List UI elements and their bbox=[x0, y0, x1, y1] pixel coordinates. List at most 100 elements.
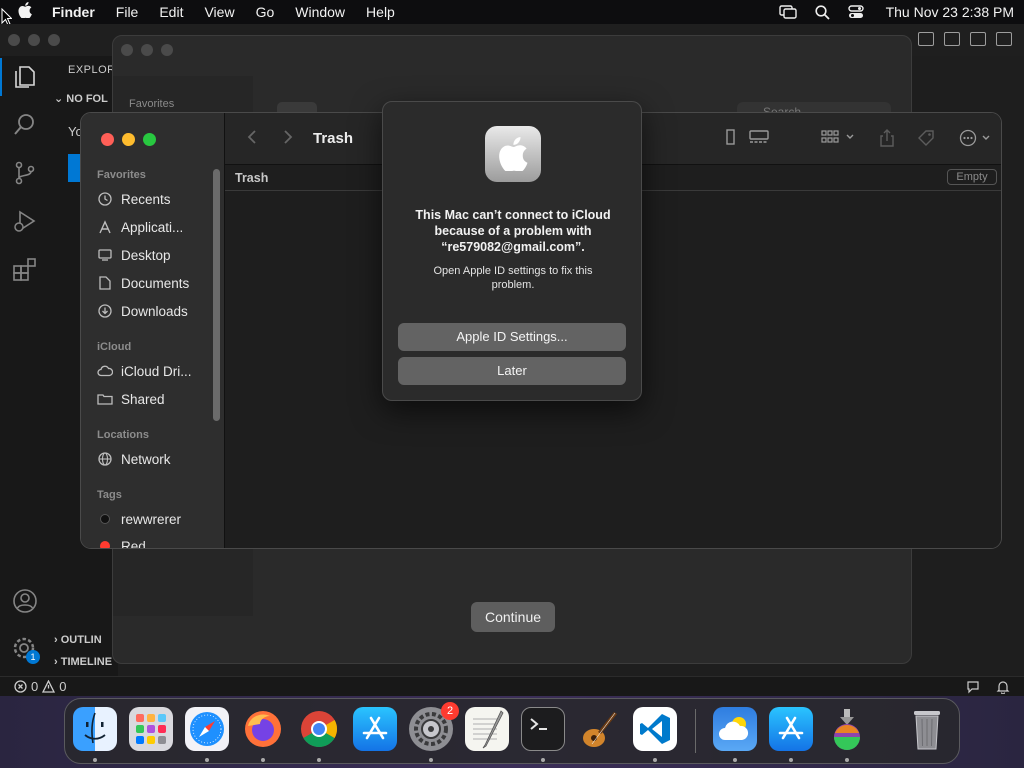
back-button[interactable] bbox=[247, 129, 257, 150]
apple-id-settings-button[interactable]: Apple ID Settings... bbox=[398, 323, 626, 351]
error-icon bbox=[14, 680, 27, 693]
layout-controls bbox=[918, 32, 1012, 46]
spotlight-icon[interactable] bbox=[814, 4, 830, 20]
sidebar-tag-rewwrerer[interactable]: rewwrerer bbox=[97, 511, 219, 527]
dock-weather[interactable] bbox=[713, 707, 757, 751]
customize-layout-icon[interactable] bbox=[996, 32, 1012, 46]
settings-update-badge: 1 bbox=[26, 650, 40, 664]
outline-section[interactable]: › OUTLIN bbox=[54, 634, 102, 646]
run-debug-icon[interactable] bbox=[12, 208, 38, 234]
explorer-icon[interactable] bbox=[0, 58, 38, 96]
search-icon[interactable] bbox=[12, 112, 38, 138]
bg-zoom-button[interactable] bbox=[161, 44, 173, 56]
dock-textedit[interactable] bbox=[465, 707, 509, 751]
sidebar-item-applications[interactable]: Applicati... bbox=[97, 219, 219, 235]
system-preferences-apple-icon bbox=[485, 126, 541, 182]
menu-window[interactable]: Window bbox=[295, 4, 345, 20]
menu-file[interactable]: File bbox=[116, 4, 139, 20]
window-title: Trash bbox=[313, 130, 354, 147]
vscode-minimize-button[interactable] bbox=[28, 34, 40, 46]
menu-view[interactable]: View bbox=[204, 4, 234, 20]
dock-safari[interactable] bbox=[185, 707, 229, 751]
running-indicator bbox=[93, 758, 97, 762]
running-indicator bbox=[541, 758, 545, 762]
problems-indicator[interactable]: 0 0 bbox=[14, 679, 66, 694]
app-store-icon bbox=[778, 716, 804, 740]
dock-system-settings[interactable]: 2 bbox=[409, 702, 459, 751]
notifications-bell-icon[interactable] bbox=[996, 680, 1010, 694]
bg-close-button[interactable] bbox=[121, 44, 133, 56]
finder-minimize-button[interactable] bbox=[122, 133, 135, 146]
sidebar-item-shared[interactable]: Shared bbox=[97, 391, 219, 407]
later-button[interactable]: Later bbox=[398, 357, 626, 385]
feedback-icon[interactable] bbox=[966, 680, 980, 694]
screen-mirroring-icon[interactable] bbox=[778, 5, 797, 19]
chevron-right-icon bbox=[284, 130, 293, 144]
timeline-label: TIMELINE bbox=[60, 656, 113, 668]
tag-icon[interactable] bbox=[917, 129, 937, 150]
forward-button[interactable] bbox=[283, 129, 293, 150]
vscode-close-button[interactable] bbox=[8, 34, 20, 46]
more-actions-button[interactable] bbox=[959, 129, 995, 150]
sidebar-item-icloud-drive[interactable]: iCloud Dri... bbox=[97, 363, 219, 379]
sidebar-scrollbar[interactable] bbox=[213, 169, 220, 421]
dock-vscode[interactable] bbox=[633, 707, 677, 751]
grid-icon bbox=[821, 130, 854, 143]
continue-button[interactable]: Continue bbox=[471, 602, 555, 632]
sidebar-tag-red[interactable]: Red bbox=[97, 538, 219, 548]
sidebar-item-recents[interactable]: Recents bbox=[97, 191, 219, 207]
menu-app-name[interactable]: Finder bbox=[52, 4, 95, 20]
installer-icon bbox=[834, 709, 860, 750]
manage-gear-icon[interactable]: 1 bbox=[12, 636, 40, 664]
sidebar-item-label: Recents bbox=[121, 191, 171, 207]
chrome-icon bbox=[301, 711, 338, 747]
textedit-icon bbox=[473, 710, 504, 749]
vscode-icon bbox=[640, 714, 670, 744]
sidebar-item-downloads[interactable]: Downloads bbox=[97, 303, 219, 319]
group-by-button[interactable] bbox=[821, 129, 857, 148]
menu-go[interactable]: Go bbox=[256, 4, 275, 20]
extensions-icon[interactable] bbox=[12, 256, 38, 282]
toggle-primary-sidebar-icon[interactable] bbox=[918, 32, 934, 46]
dock-terminal[interactable] bbox=[521, 707, 565, 751]
share-icon[interactable] bbox=[879, 129, 895, 150]
source-control-icon[interactable] bbox=[12, 160, 38, 186]
dock-trash[interactable] bbox=[905, 707, 949, 751]
dock-launchpad[interactable] bbox=[129, 707, 173, 751]
menubar-clock[interactable]: Thu Nov 23 2:38 PM bbox=[886, 4, 1014, 20]
column-view-icon[interactable] bbox=[723, 129, 735, 148]
running-indicator bbox=[429, 758, 433, 762]
finder-zoom-button[interactable] bbox=[143, 133, 156, 146]
accounts-icon[interactable] bbox=[12, 588, 38, 614]
bg-minimize-button[interactable] bbox=[141, 44, 153, 56]
no-folder-section[interactable]: ⌄ NO FOL bbox=[54, 92, 108, 105]
sidebar-item-desktop[interactable]: Desktop bbox=[97, 247, 219, 263]
running-indicator bbox=[205, 758, 209, 762]
dock-app-store[interactable] bbox=[353, 707, 397, 751]
toggle-secondary-sidebar-icon[interactable] bbox=[970, 32, 986, 46]
finder-traffic-lights bbox=[101, 133, 156, 146]
dock-installer[interactable] bbox=[825, 707, 869, 751]
sidebar-section-tags: Tags bbox=[97, 489, 122, 501]
running-indicator bbox=[317, 758, 321, 762]
timeline-section[interactable]: › TIMELINE bbox=[54, 656, 112, 668]
empty-trash-button[interactable]: Empty bbox=[947, 169, 997, 185]
dock-app-store-recent[interactable] bbox=[769, 707, 813, 751]
desktop-icon bbox=[97, 247, 113, 263]
sidebar-item-network[interactable]: Network bbox=[97, 451, 219, 467]
control-center-icon[interactable] bbox=[847, 5, 864, 19]
dock-garageband[interactable] bbox=[577, 707, 621, 751]
toggle-panel-icon[interactable] bbox=[944, 32, 960, 46]
menu-help[interactable]: Help bbox=[366, 4, 395, 20]
apple-icon[interactable] bbox=[18, 2, 34, 22]
sidebar-item-documents[interactable]: Documents bbox=[97, 275, 219, 291]
finder-close-button[interactable] bbox=[101, 133, 114, 146]
warning-count: 0 bbox=[59, 679, 67, 694]
dock-chrome[interactable] bbox=[297, 707, 341, 751]
gallery-view-icon[interactable] bbox=[749, 129, 769, 148]
menu-edit[interactable]: Edit bbox=[159, 4, 183, 20]
dock-firefox[interactable] bbox=[241, 707, 285, 751]
dock-finder[interactable] bbox=[73, 707, 117, 751]
vscode-zoom-button[interactable] bbox=[48, 34, 60, 46]
outline-label: OUTLIN bbox=[60, 634, 102, 646]
